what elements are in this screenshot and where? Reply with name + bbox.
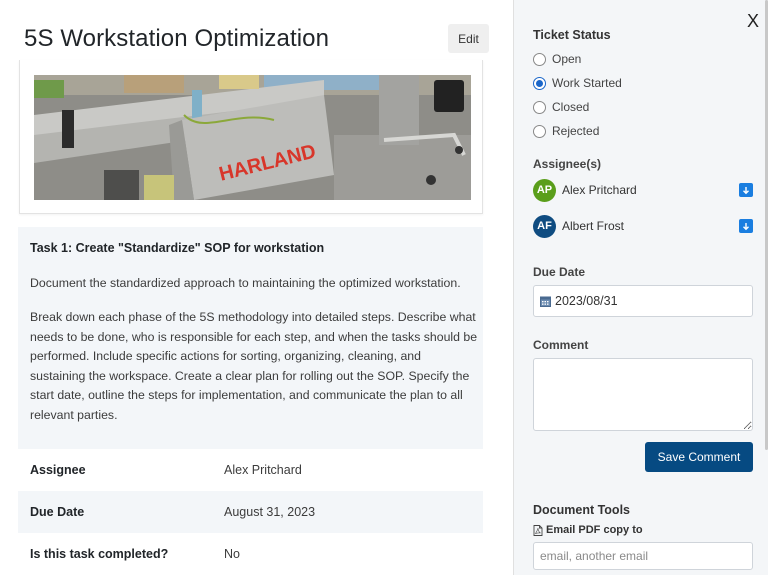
comment-heading: Comment: [533, 338, 589, 352]
task-card: Task 1: Create "Standardize" SOP for wor…: [18, 227, 483, 449]
assignee-item: AP Alex Pritchard: [533, 178, 753, 202]
detail-row-completed: Is this task completed? No: [18, 533, 483, 575]
radio-label: Closed: [552, 100, 590, 114]
due-date-input[interactable]: 2023/08/31: [533, 285, 753, 317]
detail-label: Due Date: [30, 505, 85, 519]
photo-illustration: HARLAND: [34, 75, 471, 200]
radio-button[interactable]: [533, 100, 546, 114]
radio-button[interactable]: [533, 124, 546, 138]
calendar-icon: [540, 296, 551, 307]
workstation-photo[interactable]: HARLAND: [34, 75, 471, 200]
radio-button[interactable]: [533, 52, 546, 66]
document-tools-heading: Document Tools: [533, 503, 630, 517]
arrow-down-icon: [743, 222, 749, 230]
detail-value: Alex Pritchard: [224, 463, 302, 477]
move-down-button[interactable]: [739, 183, 753, 197]
email-recipients-input[interactable]: [533, 542, 753, 570]
status-radio-rejected[interactable]: Rejected: [533, 123, 599, 139]
status-radio-closed[interactable]: Closed: [533, 99, 589, 115]
ticket-main-panel: 5S Workstation Optimization Edit HARLAND: [0, 0, 513, 575]
avatar: AF: [533, 214, 556, 238]
task-title: Task 1: Create "Standardize" SOP for wor…: [30, 241, 325, 255]
save-comment-button[interactable]: Save Comment: [645, 442, 753, 472]
comment-textarea[interactable]: [533, 358, 753, 431]
detail-label: Is this task completed?: [30, 547, 169, 561]
detail-row-assignee: Assignee Alex Pritchard: [18, 449, 483, 491]
status-radio-work-started[interactable]: Work Started: [533, 75, 622, 91]
arrow-down-icon: [743, 186, 749, 194]
radio-label: Rejected: [552, 124, 600, 138]
detail-label: Assignee: [30, 463, 86, 477]
task-description: Break down each phase of the 5S methodol…: [30, 310, 478, 422]
task-summary: Document the standardized approach to ma…: [30, 276, 461, 290]
move-down-button[interactable]: [739, 219, 753, 233]
assignee-item: AF Albert Frost: [533, 214, 753, 238]
edit-button[interactable]: Edit: [448, 24, 489, 53]
assignee-name: Alex Pritchard: [562, 183, 637, 197]
ticket-sidebar: X Ticket Status Open Work Started Closed…: [513, 0, 768, 575]
radio-label: Work Started: [552, 76, 622, 90]
ticket-status-heading: Ticket Status: [533, 28, 611, 42]
detail-value: No: [224, 547, 240, 561]
close-button[interactable]: X: [747, 11, 759, 32]
image-card: HARLAND: [19, 60, 483, 214]
assignee-name: Albert Frost: [562, 219, 625, 233]
detail-value: August 31, 2023: [224, 505, 316, 519]
page-title: 5S Workstation Optimization: [24, 25, 330, 52]
radio-label: Open: [552, 52, 582, 66]
status-radio-open[interactable]: Open: [533, 51, 581, 67]
email-pdf-label-text: Email PDF copy to: [546, 524, 643, 536]
pdf-file-icon: [533, 524, 543, 536]
avatar: AP: [533, 178, 556, 202]
due-date-value: 2023/08/31: [555, 294, 618, 308]
radio-button-checked[interactable]: [533, 76, 546, 90]
detail-row-due-date: Due Date August 31, 2023: [18, 491, 483, 533]
email-pdf-label: Email PDF copy to: [533, 524, 643, 536]
assignees-heading: Assignee(s): [533, 157, 602, 171]
due-date-heading: Due Date: [533, 265, 586, 279]
